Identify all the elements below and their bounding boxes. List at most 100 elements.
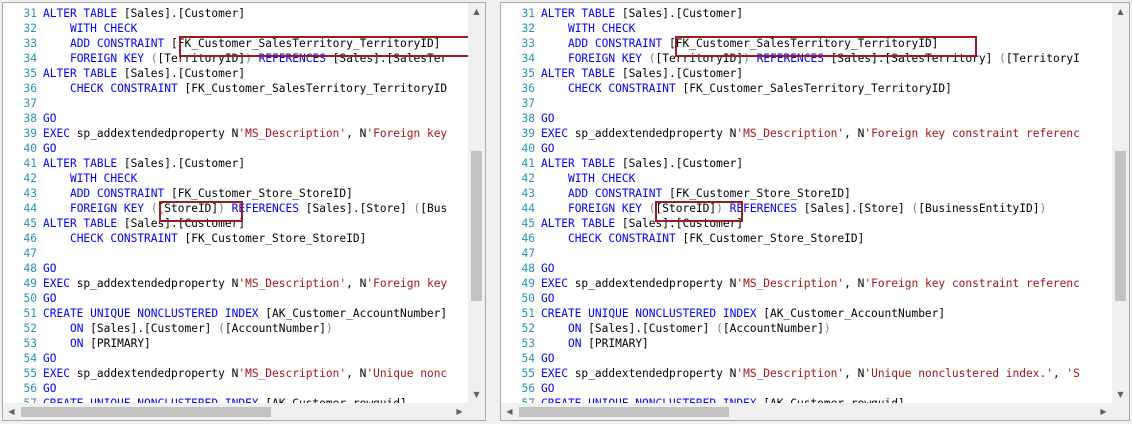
- right-code-pane[interactable]: 31 ALTER TABLE [Sales].[Customer] 32 WITH …: [500, 2, 1130, 421]
- line-text: GO: [43, 291, 56, 306]
- vertical-scrollbar[interactable]: ▲ ▼: [468, 3, 485, 403]
- code-line[interactable]: 41 ALTER TABLE [Sales].[Customer]: [3, 156, 468, 171]
- code-token: FOREIGN KEY: [69, 202, 151, 215]
- code-line[interactable]: 32 WITH CHECK: [3, 21, 468, 36]
- scroll-thumb[interactable]: [1115, 151, 1126, 301]
- line-text: WITH CHECK: [541, 21, 635, 36]
- code-token: EXEC: [43, 367, 77, 380]
- code-line[interactable]: 34 FOREIGN KEY ([TerritoryID]) REFERENCE…: [501, 51, 1112, 66]
- code-line[interactable]: 55 EXEC sp_addextendedproperty N'MS_Descr…: [3, 366, 468, 381]
- left-code-pane[interactable]: 31 ALTER TABLE [Sales].[Customer] 32 WITH …: [2, 2, 486, 421]
- code-line[interactable]: 52 ON [Sales].[Customer] ([AccountNumber…: [501, 321, 1112, 336]
- arrow-up-icon[interactable]: ▲: [468, 3, 485, 20]
- code-line[interactable]: 46 CHECK CONSTRAINT [FK_Customer_Store_S…: [501, 231, 1112, 246]
- code-line[interactable]: 35 ALTER TABLE [Sales].[Customer]: [3, 66, 468, 81]
- code-token: ALTER TABLE: [43, 67, 124, 80]
- code-line[interactable]: 49 EXEC sp_addextendedproperty N'MS_Descr…: [501, 276, 1112, 291]
- line-number: 35: [521, 67, 535, 80]
- arrow-down-icon[interactable]: ▼: [468, 386, 485, 403]
- code-line[interactable]: 33 ADD CONSTRAINT [FK_Customer_SalesTerr…: [501, 36, 1112, 51]
- code-line[interactable]: 37: [501, 96, 1112, 111]
- code-line[interactable]: 54 GO: [3, 351, 468, 366]
- arrow-up-icon[interactable]: ▲: [1112, 3, 1129, 20]
- code-token: ): [716, 202, 723, 215]
- code-line[interactable]: 42 WITH CHECK: [501, 171, 1112, 186]
- arrow-left-icon[interactable]: ◀: [501, 403, 518, 420]
- code-line[interactable]: 41 ALTER TABLE [Sales].[Customer]: [501, 156, 1112, 171]
- code-line[interactable]: 52 ON [Sales].[Customer] ([AccountNumber…: [3, 321, 468, 336]
- code-line[interactable]: 44 FOREIGN KEY ([StoreID]) REFERENCES [S…: [501, 201, 1112, 216]
- code-line[interactable]: 38 GO: [501, 111, 1112, 126]
- horizontal-scrollbar[interactable]: ◀ ▶: [501, 403, 1112, 420]
- arrow-right-icon[interactable]: ▶: [451, 403, 468, 420]
- code-line[interactable]: 57CREATE UNIQUE NONCLUSTERED INDEX [AK_C…: [501, 396, 1112, 403]
- code-line[interactable]: 48 GO: [501, 261, 1112, 276]
- code-line[interactable]: 33 ADD CONSTRAINT [FK_Customer_SalesTerr…: [3, 36, 468, 51]
- line-number: 34: [521, 52, 535, 65]
- line-text: GO: [43, 141, 56, 156]
- scroll-thumb[interactable]: [519, 407, 729, 417]
- code-line[interactable]: 50 GO: [3, 291, 468, 306]
- code-line[interactable]: 46 CHECK CONSTRAINT [FK_Customer_Store_S…: [3, 231, 468, 246]
- code-line[interactable]: 48 GO: [3, 261, 468, 276]
- code-line[interactable]: 31 ALTER TABLE [Sales].[Customer]: [501, 6, 1112, 21]
- code-token: GO: [43, 352, 57, 365]
- line-number: 36: [23, 82, 37, 95]
- code-token: , N: [844, 277, 865, 290]
- code-token: sp_addextendedproperty N: [76, 277, 239, 290]
- code-line[interactable]: 36 CHECK CONSTRAINT [FK_Customer_SalesTe…: [3, 81, 468, 96]
- code-token: EXEC: [541, 367, 575, 380]
- scroll-thumb[interactable]: [471, 151, 482, 301]
- code-line[interactable]: 57CREATE UNIQUE NONCLUSTERED INDEX [AK_C…: [3, 396, 468, 403]
- code-line[interactable]: 39 EXEC sp_addextendedproperty N'MS_Descr…: [501, 126, 1112, 141]
- vertical-scrollbar[interactable]: ▲ ▼: [1112, 3, 1129, 403]
- line-number: 50: [521, 292, 535, 305]
- code-token: CHECK CONSTRAINT: [69, 82, 185, 95]
- line-text: EXEC sp_addextendedproperty N'MS_Descrip…: [541, 366, 1080, 381]
- code-token: , N: [346, 367, 367, 380]
- code-line[interactable]: 53 ON [PRIMARY]: [3, 336, 468, 351]
- code-line[interactable]: 31 ALTER TABLE [Sales].[Customer]: [3, 6, 468, 21]
- line-text: CREATE UNIQUE NONCLUSTERED INDEX [AK_Cus…: [43, 306, 447, 321]
- code-line[interactable]: 55 EXEC sp_addextendedproperty N'MS_Descr…: [501, 366, 1112, 381]
- code-line[interactable]: 51 CREATE UNIQUE NONCLUSTERED INDEX [AK_C…: [501, 306, 1112, 321]
- code-line[interactable]: 47: [501, 246, 1112, 261]
- line-number: 32: [23, 22, 37, 35]
- code-line[interactable]: 56 GO: [501, 381, 1112, 396]
- code-line[interactable]: 42 WITH CHECK: [3, 171, 468, 186]
- code-line[interactable]: 53 ON [PRIMARY]: [501, 336, 1112, 351]
- code-line[interactable]: 43 ADD CONSTRAINT [FK_Customer_Store_Sto…: [501, 186, 1112, 201]
- code-line[interactable]: 37: [3, 96, 468, 111]
- code-line[interactable]: 38 GO: [3, 111, 468, 126]
- arrow-right-icon[interactable]: ▶: [1095, 403, 1112, 420]
- code-token: GO: [541, 292, 555, 305]
- code-line[interactable]: 44 FOREIGN KEY ([StoreID]) REFERENCES [S…: [3, 201, 468, 216]
- code-line[interactable]: 49 EXEC sp_addextendedproperty N'MS_Descr…: [3, 276, 468, 291]
- scroll-thumb[interactable]: [21, 407, 271, 417]
- code-line[interactable]: 39 EXEC sp_addextendedproperty N'MS_Descr…: [3, 126, 468, 141]
- code-line[interactable]: 51 CREATE UNIQUE NONCLUSTERED INDEX [AK_C…: [3, 306, 468, 321]
- code-line[interactable]: 40 GO: [501, 141, 1112, 156]
- code-line[interactable]: 50 GO: [501, 291, 1112, 306]
- code-line[interactable]: 32 WITH CHECK: [501, 21, 1112, 36]
- code-token: FOREIGN KEY: [69, 52, 151, 65]
- code-line[interactable]: 54 GO: [501, 351, 1112, 366]
- left-code-area[interactable]: 31 ALTER TABLE [Sales].[Customer] 32 WITH …: [3, 6, 468, 403]
- arrow-down-icon[interactable]: ▼: [1112, 386, 1129, 403]
- horizontal-scrollbar[interactable]: ◀ ▶: [3, 403, 468, 420]
- code-token: sp_addextendedproperty N: [76, 127, 239, 140]
- right-code-area[interactable]: 31 ALTER TABLE [Sales].[Customer] 32 WITH …: [501, 6, 1112, 403]
- code-line[interactable]: 45 ALTER TABLE [Sales].[Customer]: [3, 216, 468, 231]
- code-line[interactable]: 56 GO: [3, 381, 468, 396]
- code-line[interactable]: 47: [3, 246, 468, 261]
- code-line[interactable]: 34 FOREIGN KEY ([TerritoryID]) REFERENCE…: [3, 51, 468, 66]
- code-line[interactable]: 36 CHECK CONSTRAINT [FK_Customer_SalesTe…: [501, 81, 1112, 96]
- code-line[interactable]: 40 GO: [3, 141, 468, 156]
- code-line[interactable]: 45 ALTER TABLE [Sales].[Customer]: [501, 216, 1112, 231]
- code-line[interactable]: 43 ADD CONSTRAINT [FK_Customer_Store_Sto…: [3, 186, 468, 201]
- line-text: ON [Sales].[Customer] ([AccountNumber]): [541, 321, 831, 336]
- line-number: 38: [521, 112, 535, 125]
- code-line[interactable]: 35 ALTER TABLE [Sales].[Customer]: [501, 66, 1112, 81]
- arrow-left-icon[interactable]: ◀: [3, 403, 20, 420]
